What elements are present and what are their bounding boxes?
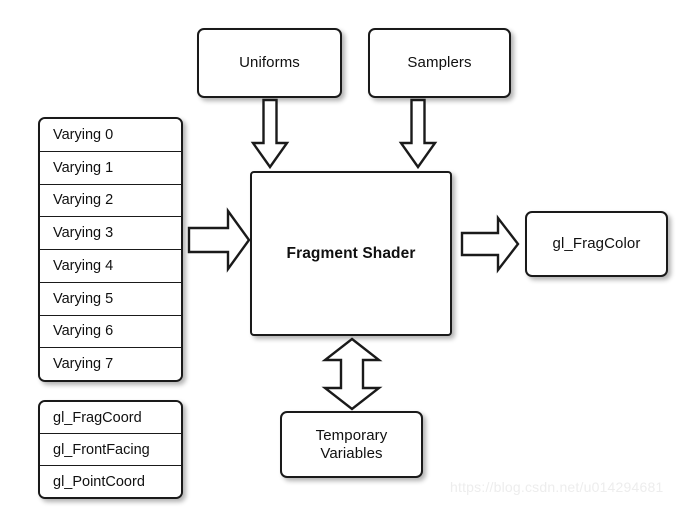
varying-label: Varying 4 [53,257,114,274]
list-item[interactable]: Varying 6 [40,315,181,349]
varying-label: Varying 6 [53,323,114,340]
node-samplers-label: Samplers [407,54,472,72]
arrow-shader-to-fragcolor [460,214,520,274]
builtin-label: gl_FrontFacing [53,441,150,458]
list-item[interactable]: Varying 7 [40,348,181,380]
node-temporary-variables[interactable]: Temporary Variables [280,411,423,478]
node-temporary-variables-line2: Variables [320,444,383,462]
list-item[interactable]: gl_FrontFacing [40,434,181,466]
node-fragment-shader[interactable]: Fragment Shader [250,171,452,336]
list-item[interactable]: Varying 3 [40,217,181,250]
node-uniforms[interactable]: Uniforms [197,28,342,98]
varying-label: Varying 1 [53,159,114,176]
node-fragment-shader-label: Fragment Shader [286,244,416,262]
list-item[interactable]: Varying 4 [40,250,181,283]
arrow-uniforms-to-shader [250,98,290,170]
list-item[interactable]: Varying 1 [40,151,181,185]
diagram-canvas: Uniforms Samplers Varying 0 Varying 1 Va… [0,0,685,513]
varying-label: Varying 0 [53,126,114,143]
node-temporary-variables-line1: Temporary [315,427,388,445]
list-item[interactable]: gl_FragCoord [40,402,181,434]
list-item[interactable]: Varying 5 [40,282,181,316]
list-item[interactable]: Varying 2 [40,184,181,218]
node-samplers[interactable]: Samplers [368,28,511,98]
builtin-label: gl_PointCoord [53,473,145,490]
varying-stack: Varying 0 Varying 1 Varying 2 Varying 3 … [38,117,183,382]
watermark: https://blog.csdn.net/u014294681 [450,479,663,495]
builtin-inputs-stack: gl_FragCoord gl_FrontFacing gl_PointCoor… [38,400,183,499]
arrow-shader-to-temporaries [321,337,383,411]
node-gl-fragcolor[interactable]: gl_FragColor [525,211,668,277]
list-item[interactable]: gl_PointCoord [40,466,181,497]
node-gl-fragcolor-label: gl_FragColor [552,235,641,253]
node-uniforms-label: Uniforms [239,54,300,72]
builtin-label: gl_FragCoord [53,409,142,426]
list-item[interactable]: Varying 0 [40,119,181,152]
varying-label: Varying 2 [53,192,114,209]
watermark-text: https://blog.csdn.net/u014294681 [450,479,664,495]
varying-label: Varying 3 [53,225,114,242]
arrow-samplers-to-shader [398,98,438,170]
varying-label: Varying 7 [53,356,114,373]
varying-label: Varying 5 [53,290,114,307]
arrow-varyings-to-shader [187,207,251,273]
